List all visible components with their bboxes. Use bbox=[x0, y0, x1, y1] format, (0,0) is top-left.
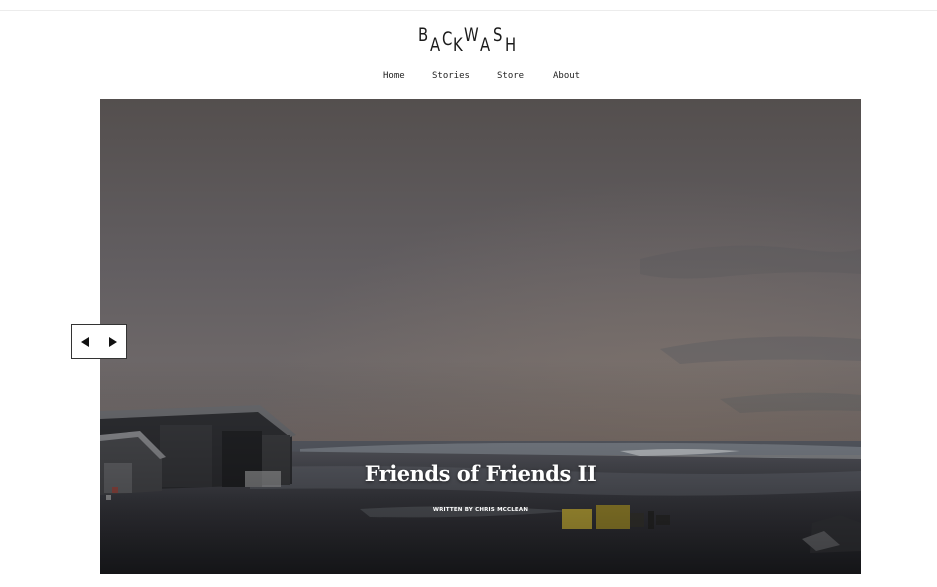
nav-home-link[interactable]: Home bbox=[383, 71, 405, 82]
slider-controls bbox=[71, 324, 127, 359]
nav-about-link[interactable]: About bbox=[553, 71, 580, 82]
logo-letter: S bbox=[493, 24, 503, 46]
hero-byline: WRITTEN BY CHRIS MCCLEAN bbox=[432, 507, 529, 513]
hero-slide[interactable]: Friends of Friends II WRITTEN BY CHRIS M… bbox=[100, 99, 861, 574]
triangle-left-icon bbox=[81, 337, 89, 347]
site-logo[interactable]: B A C K W A S H bbox=[418, 24, 548, 56]
hero-title[interactable]: Friends of Friends II bbox=[100, 461, 861, 486]
logo-letter: W bbox=[464, 24, 479, 46]
triangle-right-icon bbox=[109, 337, 117, 347]
slider-prev-button[interactable] bbox=[72, 325, 99, 358]
main-nav: Home Stories Store About bbox=[0, 71, 937, 85]
header-divider bbox=[0, 10, 937, 11]
logo-letter: K bbox=[453, 34, 463, 56]
logo-letter: A bbox=[430, 34, 441, 56]
logo-letter: H bbox=[505, 34, 517, 56]
logo-letter: C bbox=[442, 28, 453, 50]
nav-store-link[interactable]: Store bbox=[497, 71, 524, 82]
logo-letter: A bbox=[480, 34, 491, 56]
hero-painting-image bbox=[100, 99, 861, 574]
slider-next-button[interactable] bbox=[100, 325, 127, 358]
nav-stories-link[interactable]: Stories bbox=[432, 71, 470, 82]
logo-letter: B bbox=[418, 24, 429, 46]
